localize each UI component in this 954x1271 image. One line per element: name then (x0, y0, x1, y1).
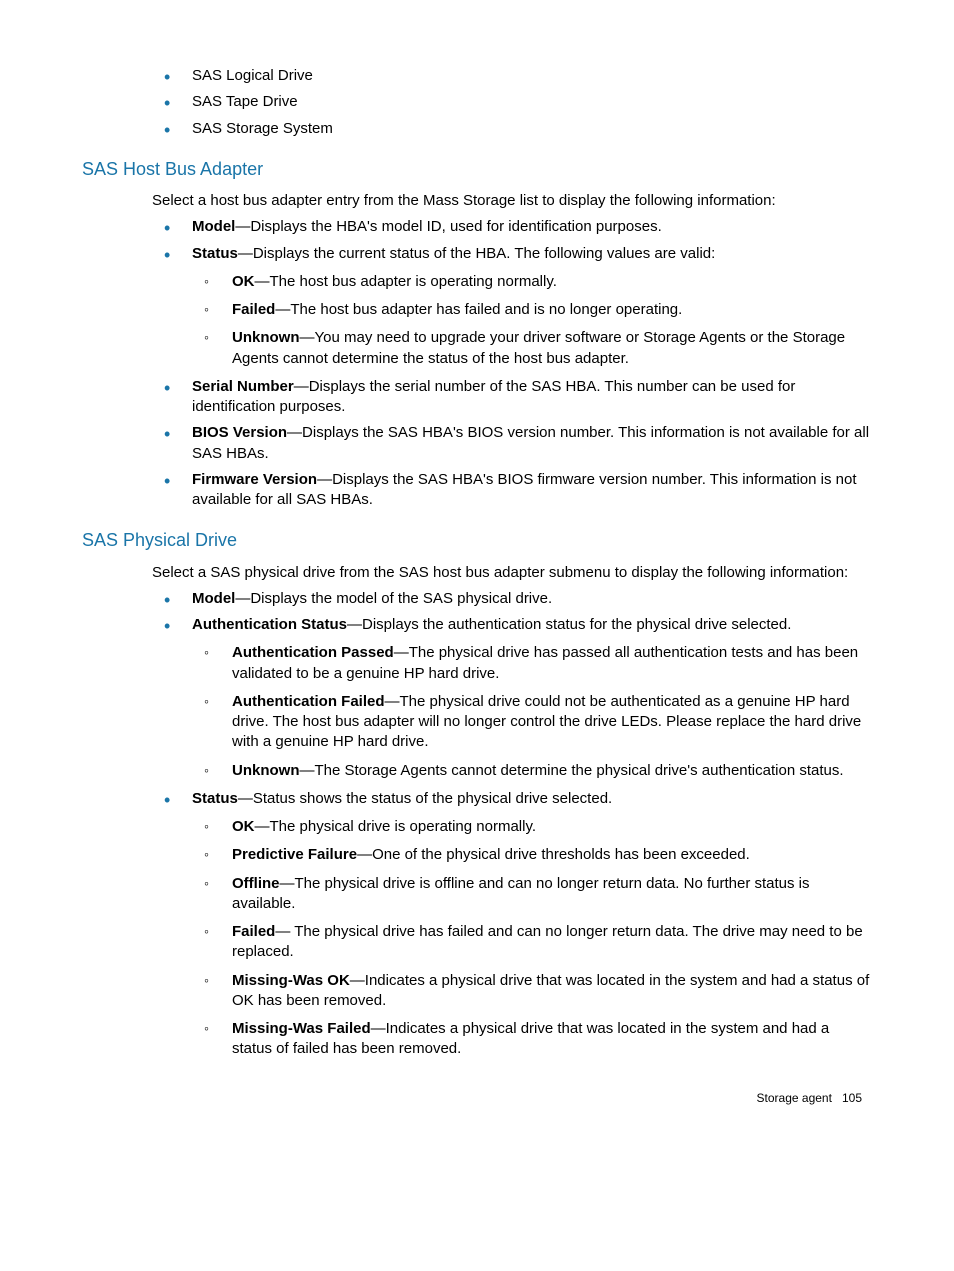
sub-item-ok: OK—The physical drive is operating norma… (192, 817, 872, 837)
term-label: Authentication Passed (232, 644, 394, 661)
sub-item-unknown: Unknown—The Storage Agents cannot determ… (192, 761, 872, 781)
list-item-serial: Serial Number—Displays the serial number… (152, 377, 872, 418)
list-item-status: Status—Displays the current status of th… (152, 244, 872, 369)
status-sublist: OK—The host bus adapter is operating nor… (192, 272, 872, 369)
term-label: Unknown (232, 329, 300, 346)
term-text: —Displays the current status of the HBA.… (238, 245, 715, 262)
term-text: —Status shows the status of the physical… (238, 790, 612, 807)
term-text: —Displays the model of the SAS physical … (235, 590, 552, 607)
term-label: Failed (232, 301, 275, 318)
sas-physical-drive-list: Model—Displays the model of the SAS phys… (152, 589, 872, 1060)
term-label: Model (192, 218, 235, 235)
item-text: SAS Tape Drive (192, 93, 298, 110)
term-text: —You may need to upgrade your driver sof… (232, 329, 845, 366)
term-label: Missing-Was Failed (232, 1020, 371, 1037)
term-text: — The physical drive has failed and can … (232, 923, 863, 960)
footer-label: Storage agent (757, 1091, 832, 1105)
term-text: —The physical drive is offline and can n… (232, 875, 810, 912)
term-label: Missing-Was OK (232, 972, 350, 989)
term-label: BIOS Version (192, 424, 287, 441)
section-title-sas-hba: SAS Host Bus Adapter (82, 157, 872, 181)
auth-sublist: Authentication Passed—The physical drive… (192, 643, 872, 781)
sub-item-auth-failed: Authentication Failed—The physical drive… (192, 692, 872, 753)
term-label: Status (192, 245, 238, 262)
sas-hba-list: Model—Displays the HBA's model ID, used … (152, 217, 872, 510)
term-text: —The host bus adapter is operating norma… (255, 273, 557, 290)
list-item: SAS Logical Drive (152, 66, 872, 86)
list-item-model: Model—Displays the HBA's model ID, used … (152, 217, 872, 237)
sub-item-failed: Failed— The physical drive has failed an… (192, 922, 872, 963)
term-text: —Displays the authentication status for … (347, 616, 791, 633)
term-text: —Displays the SAS HBA's BIOS version num… (192, 424, 869, 461)
sub-item-unknown: Unknown—You may need to upgrade your dri… (192, 328, 872, 369)
list-item-firmware: Firmware Version—Displays the SAS HBA's … (152, 470, 872, 511)
sub-item-predictive-failure: Predictive Failure—One of the physical d… (192, 845, 872, 865)
item-text: SAS Storage System (192, 120, 333, 137)
item-text: SAS Logical Drive (192, 67, 313, 84)
top-simple-list: SAS Logical Drive SAS Tape Drive SAS Sto… (152, 66, 872, 139)
section-title-sas-physical-drive: SAS Physical Drive (82, 528, 872, 552)
term-label: Serial Number (192, 378, 294, 395)
page-number: 105 (842, 1091, 862, 1105)
term-label: Firmware Version (192, 471, 317, 488)
status-sublist: OK—The physical drive is operating norma… (192, 817, 872, 1060)
list-item-auth-status: Authentication Status—Displays the authe… (152, 615, 872, 781)
sub-item-auth-passed: Authentication Passed—The physical drive… (192, 643, 872, 684)
term-text: —One of the physical drive thresholds ha… (357, 846, 750, 863)
list-item-status: Status—Status shows the status of the ph… (152, 789, 872, 1060)
term-label: Status (192, 790, 238, 807)
list-item: SAS Tape Drive (152, 92, 872, 112)
section-intro: Select a host bus adapter entry from the… (152, 191, 872, 211)
term-label: Authentication Failed (232, 693, 385, 710)
term-label: Model (192, 590, 235, 607)
list-item-bios: BIOS Version—Displays the SAS HBA's BIOS… (152, 423, 872, 464)
term-label: Failed (232, 923, 275, 940)
page-footer: Storage agent 105 (82, 1090, 872, 1106)
section-intro: Select a SAS physical drive from the SAS… (152, 563, 872, 583)
sub-item-failed: Failed—The host bus adapter has failed a… (192, 300, 872, 320)
sub-item-missing-was-ok: Missing-Was OK—Indicates a physical driv… (192, 971, 872, 1012)
sub-item-missing-was-failed: Missing-Was Failed—Indicates a physical … (192, 1019, 872, 1060)
term-label: OK (232, 273, 255, 290)
term-label: Predictive Failure (232, 846, 357, 863)
term-text: —The physical drive is operating normall… (255, 818, 537, 835)
term-text: —The Storage Agents cannot determine the… (300, 762, 844, 779)
sub-item-offline: Offline—The physical drive is offline an… (192, 874, 872, 915)
list-item-model: Model—Displays the model of the SAS phys… (152, 589, 872, 609)
term-text: —The host bus adapter has failed and is … (275, 301, 682, 318)
term-text: —Displays the HBA's model ID, used for i… (235, 218, 661, 235)
term-label: OK (232, 818, 255, 835)
sub-item-ok: OK—The host bus adapter is operating nor… (192, 272, 872, 292)
term-label: Unknown (232, 762, 300, 779)
term-label: Offline (232, 875, 280, 892)
term-label: Authentication Status (192, 616, 347, 633)
list-item: SAS Storage System (152, 119, 872, 139)
